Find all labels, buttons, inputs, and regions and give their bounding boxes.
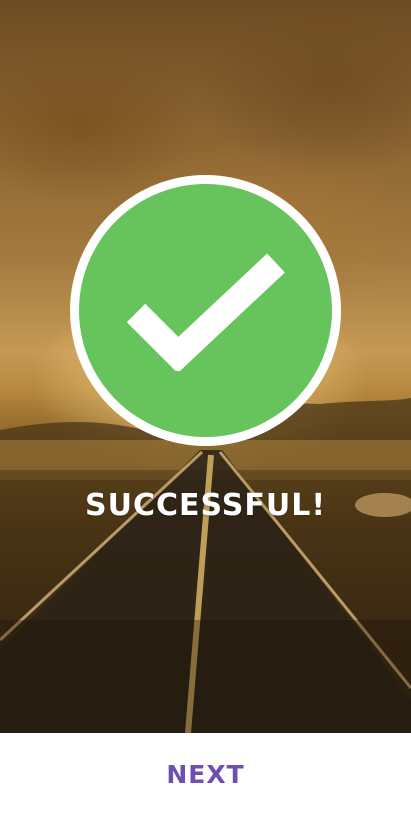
background-image: SUCCESSFUL! — [0, 0, 411, 733]
checkmark-circle-icon — [79, 184, 332, 437]
success-screen: SUCCESSFUL! NEXT — [0, 0, 411, 823]
footer-bar: NEXT — [0, 733, 411, 823]
checkmark-icon — [126, 253, 285, 371]
next-button[interactable]: NEXT — [130, 753, 281, 795]
success-title: SUCCESSFUL! — [84, 488, 326, 523]
success-badge — [70, 175, 341, 446]
